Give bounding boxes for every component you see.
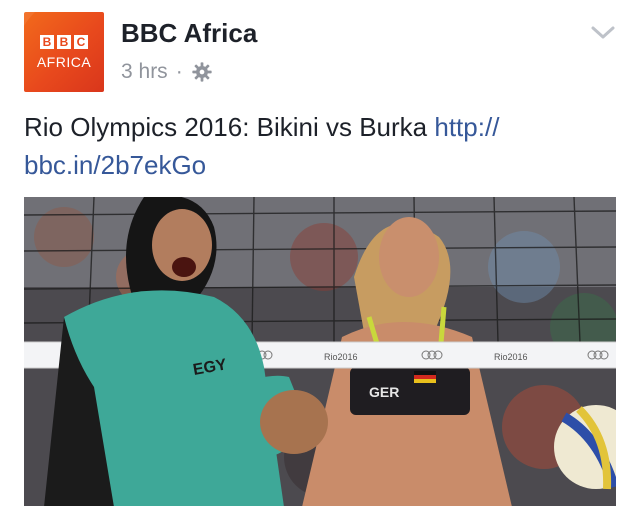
jersey-right-text: GER bbox=[369, 384, 399, 400]
chevron-down-icon[interactable] bbox=[590, 22, 616, 42]
post-photo[interactable]: GER Rio2016 Rio2016 EGY bbox=[24, 197, 616, 506]
bbc-logo-block: B bbox=[57, 35, 71, 49]
meta-separator: · bbox=[175, 60, 183, 83]
bbc-logo: B B C bbox=[40, 35, 88, 49]
page-name[interactable]: BBC Africa bbox=[121, 18, 257, 49]
post-meta: 3 hrs · bbox=[121, 60, 213, 84]
post-message: Rio Olympics 2016: Bikini vs Burka bbox=[24, 112, 428, 142]
net-logo: Rio2016 bbox=[324, 352, 358, 362]
photo-scene: GER Rio2016 Rio2016 EGY bbox=[24, 197, 616, 506]
bbc-logo-block: B bbox=[40, 35, 54, 49]
post-timestamp[interactable]: 3 hrs bbox=[121, 60, 168, 84]
post-link-line2: bbc.in/2b7ekGo bbox=[24, 150, 207, 180]
bbc-logo-block: C bbox=[74, 35, 88, 49]
gear-icon[interactable] bbox=[191, 61, 213, 83]
avatar-swirl bbox=[24, 12, 104, 92]
avatar-label: AFRICA bbox=[36, 54, 92, 70]
post-header: B B C AFRICA BBC Africa 3 hrs · bbox=[0, 0, 639, 100]
net-logo: Rio2016 bbox=[494, 352, 528, 362]
post-text: Rio Olympics 2016: Bikini vs Burka http:… bbox=[24, 108, 614, 184]
post-link-line1: http:// bbox=[434, 112, 500, 142]
page-avatar[interactable]: B B C AFRICA bbox=[24, 12, 104, 92]
